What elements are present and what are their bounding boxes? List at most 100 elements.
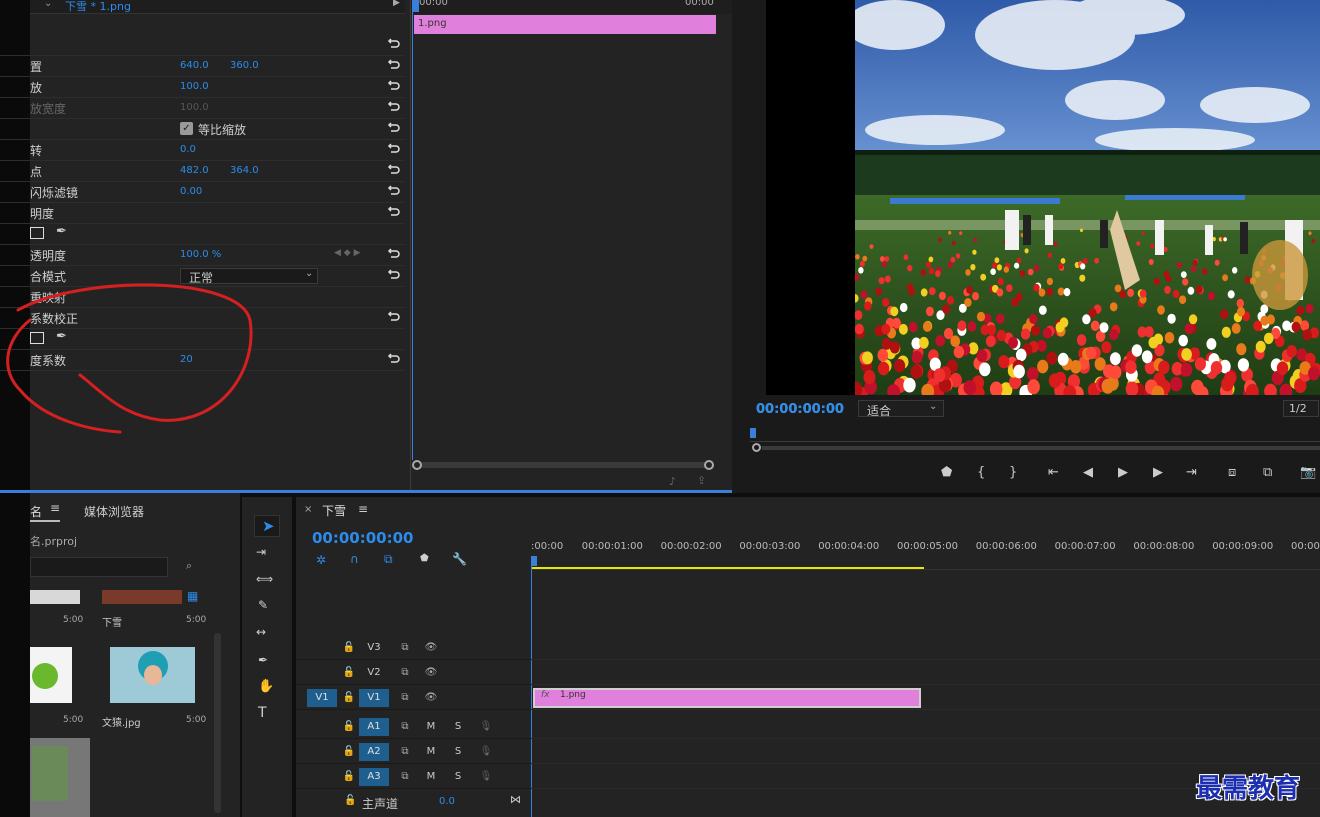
- track-select-icon[interactable]: ⇥: [256, 545, 266, 559]
- ec-scroll-handle-right[interactable]: [704, 460, 714, 470]
- project-scrollbar[interactable]: [214, 633, 221, 813]
- master-volume[interactable]: 0.0: [439, 796, 455, 807]
- lift-icon[interactable]: ⧈: [1228, 465, 1236, 480]
- tab-project[interactable]: 名: [30, 503, 42, 520]
- timeline-playhead[interactable]: [531, 556, 537, 566]
- hand-icon[interactable]: ✋: [258, 679, 274, 694]
- lock-icon[interactable]: 🔓: [342, 770, 356, 784]
- mark-out-icon[interactable]: }: [1009, 465, 1017, 480]
- camera-icon[interactable]: 📷: [1300, 465, 1316, 480]
- reset-parameter-icon[interactable]: [387, 78, 401, 92]
- sync-lock-icon[interactable]: ⧉: [398, 770, 412, 784]
- track-lane-a1[interactable]: [531, 715, 1320, 739]
- wrench-icon[interactable]: 🔧: [452, 552, 467, 566]
- reset-parameter-icon[interactable]: [387, 351, 401, 365]
- expand-arrow-icon[interactable]: ▶: [393, 0, 400, 8]
- lock-icon[interactable]: 🔓: [342, 666, 356, 680]
- sync-lock-icon[interactable]: ⧉: [398, 745, 412, 759]
- sequence-tab[interactable]: 下雪: [322, 502, 346, 519]
- extract-icon[interactable]: ⧉: [1263, 465, 1272, 480]
- sync-lock-icon[interactable]: ⧉: [398, 666, 412, 680]
- solo-button[interactable]: S: [444, 768, 472, 786]
- track-lane-v2[interactable]: [531, 661, 1320, 685]
- mark-in-icon[interactable]: {: [977, 465, 985, 480]
- reset-parameter-icon[interactable]: [387, 246, 401, 260]
- track-target-a2[interactable]: A2: [359, 743, 389, 761]
- reset-parameter-icon[interactable]: [387, 204, 401, 218]
- solo-button[interactable]: S: [444, 718, 472, 736]
- track-lane-v3[interactable]: [531, 636, 1320, 660]
- program-video-frame[interactable]: [855, 0, 1320, 395]
- step-back-icon[interactable]: ◀: [1083, 465, 1093, 480]
- resolution-dropdown[interactable]: 1/2: [1283, 400, 1319, 417]
- effect-row-value-1[interactable]: 0.00: [180, 186, 202, 197]
- reset-parameter-icon[interactable]: [387, 57, 401, 71]
- audio-icon[interactable]: ♪: [669, 475, 676, 488]
- thumb-item-2[interactable]: [30, 647, 72, 703]
- track-target-a1[interactable]: A1: [359, 718, 389, 736]
- add-marker-icon[interactable]: ⬟: [420, 553, 429, 564]
- reset-parameter-icon[interactable]: [387, 183, 401, 197]
- timeline-clip-v1[interactable]: fx 1.png: [533, 688, 921, 708]
- lock-icon[interactable]: 🔓: [342, 641, 356, 655]
- ec-scrollbar[interactable]: [412, 460, 714, 470]
- effect-row-value-1[interactable]: 100.0: [180, 81, 209, 92]
- keyframe-navigator-icon[interactable]: ◀ ◆ ▶: [334, 248, 361, 258]
- sync-lock-icon[interactable]: ⧉: [398, 641, 412, 655]
- reset-parameter-icon[interactable]: [387, 141, 401, 155]
- pen-icon[interactable]: ✒: [258, 653, 268, 667]
- mute-button[interactable]: M: [417, 743, 445, 761]
- linked-selection-icon[interactable]: ⧉: [384, 552, 393, 567]
- reset-parameter-icon[interactable]: [387, 309, 401, 323]
- close-icon[interactable]: ×: [304, 504, 312, 515]
- effect-row-value-2[interactable]: 360.0: [230, 60, 259, 71]
- slip-icon[interactable]: ↔: [256, 625, 266, 639]
- timeline-timecode[interactable]: 00:00:00:00: [312, 529, 414, 547]
- fit-dropdown[interactable]: 适合 ⌄: [858, 400, 944, 418]
- marker-icon[interactable]: ⬟: [941, 465, 952, 480]
- thumb-item-selected[interactable]: [30, 738, 90, 817]
- reset-parameter-icon[interactable]: [387, 99, 401, 113]
- project-search-input[interactable]: [30, 557, 168, 577]
- microphone-icon[interactable]: 🎙: [479, 770, 493, 784]
- reset-parameter-icon[interactable]: [387, 267, 401, 281]
- ec-clip-bar[interactable]: 1.png: [414, 15, 716, 34]
- search-icon[interactable]: ⌕: [186, 559, 192, 573]
- lock-icon[interactable]: 🔓: [342, 691, 356, 705]
- eye-icon[interactable]: 👁: [424, 691, 438, 705]
- uniform-scale-checkbox[interactable]: ✓: [180, 122, 193, 135]
- eye-icon[interactable]: 👁: [424, 666, 438, 680]
- effect-row-value-1[interactable]: 640.0: [180, 60, 209, 71]
- razor-icon[interactable]: ✎: [258, 598, 268, 612]
- type-tool-icon[interactable]: T: [258, 705, 267, 721]
- pen-mask-icon[interactable]: ✒: [56, 224, 67, 239]
- track-target-v3[interactable]: V3: [359, 639, 389, 657]
- menu-icon[interactable]: ≡: [50, 501, 60, 515]
- program-scroll-handle[interactable]: [752, 443, 761, 452]
- eye-icon[interactable]: 👁: [424, 641, 438, 655]
- thumb-item-1[interactable]: [102, 590, 182, 604]
- effect-row-value-2[interactable]: 364.0: [230, 165, 259, 176]
- tab-media-browser[interactable]: 媒体浏览器: [84, 503, 144, 520]
- lock-icon[interactable]: 🔓: [342, 720, 356, 734]
- lock-icon[interactable]: 🔓: [344, 795, 356, 806]
- solo-button[interactable]: S: [444, 743, 472, 761]
- reset-parameter-icon[interactable]: [387, 162, 401, 176]
- export-icon[interactable]: ⇪: [697, 474, 706, 487]
- nest-icon[interactable]: ✲: [316, 553, 326, 567]
- ripple-edit-icon[interactable]: ⟺: [256, 572, 273, 586]
- fx-badge[interactable]: fx: [541, 690, 550, 700]
- track-target-v1[interactable]: V1: [359, 689, 389, 707]
- microphone-icon[interactable]: 🎙: [479, 720, 493, 734]
- effect-row-value-1[interactable]: 0.0: [180, 144, 196, 155]
- track-lane-a2[interactable]: [531, 740, 1320, 764]
- sync-lock-icon[interactable]: ⧉: [398, 720, 412, 734]
- chevron-down-icon[interactable]: ⌄: [44, 0, 52, 9]
- rectangle-mask-icon[interactable]: [30, 227, 44, 239]
- ec-playhead[interactable]: [413, 0, 419, 12]
- play-icon[interactable]: ▶: [1118, 465, 1128, 480]
- source-patch-v1[interactable]: V1: [307, 689, 337, 707]
- step-forward-icon[interactable]: ▶: [1153, 465, 1163, 480]
- track-target-a3[interactable]: A3: [359, 768, 389, 786]
- effect-row-value-1[interactable]: 100.0: [180, 102, 209, 113]
